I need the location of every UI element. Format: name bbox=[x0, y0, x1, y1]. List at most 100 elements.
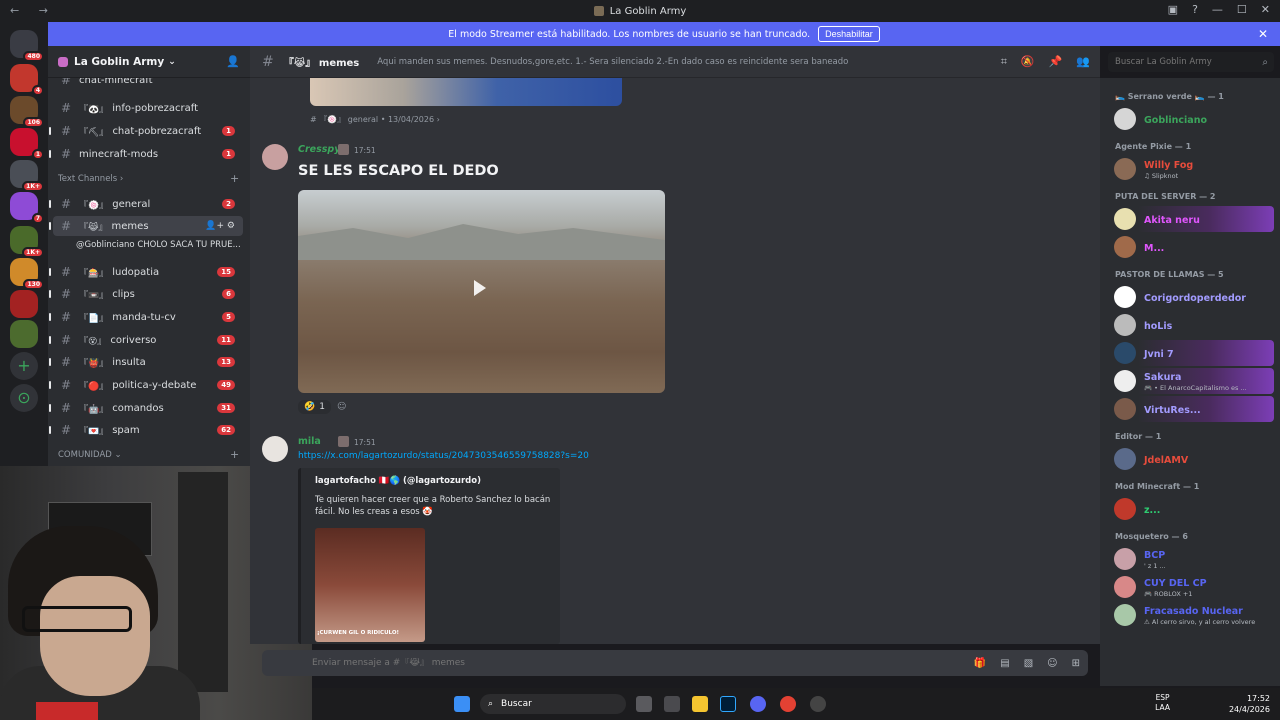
member-item[interactable]: hoLis bbox=[1114, 312, 1274, 338]
add-channel-icon[interactable]: + bbox=[230, 448, 239, 461]
hash-icon: # bbox=[61, 333, 72, 347]
play-icon[interactable] bbox=[474, 280, 486, 296]
server-icon[interactable]: 1K+ bbox=[10, 226, 44, 258]
embed-author[interactable]: lagartofacho 🇵🇪🌎 (@lagartozurdo) bbox=[315, 476, 481, 486]
channel-topic[interactable]: Aqui manden sus memes. Desnudos,gore,etc… bbox=[377, 57, 848, 67]
member-item[interactable]: CUY DEL CP 🎮 ROBLOX +1 bbox=[1114, 574, 1274, 600]
mute-icon[interactable]: 🔕 bbox=[1021, 55, 1035, 69]
unread-indicator bbox=[49, 127, 51, 135]
channel-item[interactable]: # 『📼』 clips 6 bbox=[53, 284, 243, 304]
photoshop-icon[interactable] bbox=[720, 696, 736, 712]
channel-item[interactable]: # 『🔴』 politica-y-debate 49 bbox=[53, 375, 243, 395]
server-icon[interactable] bbox=[10, 320, 38, 348]
channel-settings-icon[interactable]: 👤+ ⚙ bbox=[205, 221, 235, 231]
add-channel-icon[interactable]: + bbox=[230, 172, 239, 185]
member-item[interactable]: JdelAMV bbox=[1114, 446, 1274, 472]
search-input[interactable] bbox=[1115, 57, 1245, 67]
discord-icon[interactable] bbox=[750, 696, 766, 712]
nav-arrows[interactable]: ← → bbox=[10, 4, 56, 17]
embed-video-thumbnail[interactable]: ¡CURWEN GIL O RIDICULO! bbox=[315, 528, 425, 642]
thumbnail-caption: ¡CURWEN GIL O RIDICULO! bbox=[317, 630, 400, 636]
gift-icon[interactable]: 🎁 bbox=[974, 658, 986, 669]
channel-item[interactable]: # 『⛏』 chat-pobrezacraft 1 bbox=[53, 121, 243, 141]
disable-streamer-button[interactable]: Deshabilitar bbox=[818, 26, 880, 42]
member-item[interactable]: BCP ' z 1 ... bbox=[1114, 546, 1274, 572]
server-icon[interactable]: 1K+ bbox=[10, 160, 44, 192]
message-composer[interactable]: 🎁 ▤ ▧ ☺ ⊞ bbox=[262, 650, 1088, 676]
channel-item[interactable]: # chat-minecraft bbox=[53, 78, 243, 90]
server-icon[interactable]: 7 bbox=[10, 192, 44, 224]
search-box[interactable]: ⌕ bbox=[1108, 52, 1274, 72]
server-icon[interactable]: 480 bbox=[10, 30, 44, 62]
member-item[interactable]: z... bbox=[1114, 496, 1274, 522]
sticker-icon[interactable]: ▧ bbox=[1024, 658, 1033, 669]
member-item[interactable]: Goblinciano bbox=[1114, 106, 1274, 132]
member-item[interactable]: Fracasado Nuclear ⚠ Al cerro sirvo, y al … bbox=[1114, 602, 1274, 628]
channel-emoji: 『👹』 bbox=[79, 358, 109, 369]
reaction-laugh[interactable]: 🤣 1 bbox=[298, 400, 331, 414]
invite-icon[interactable]: 👤 bbox=[226, 55, 240, 68]
window-titlebar: ← → La Goblin Army ▣ ? — ☐ ✕ bbox=[0, 0, 1280, 22]
app-icon[interactable] bbox=[664, 696, 680, 712]
channel-item[interactable]: # 『💌』 spam 62 bbox=[53, 420, 243, 440]
member-item[interactable]: Akita neru bbox=[1114, 206, 1274, 232]
channel-item[interactable]: # 『🎰』 ludopatia 15 bbox=[53, 262, 243, 282]
discover-icon[interactable]: ⊙ bbox=[10, 384, 38, 412]
add-server-icon[interactable]: + bbox=[10, 352, 38, 380]
video-attachment[interactable] bbox=[298, 190, 665, 393]
obs-icon[interactable] bbox=[810, 696, 826, 712]
folder-icon[interactable] bbox=[692, 696, 708, 712]
message-author[interactable]: mila bbox=[298, 436, 321, 447]
forwarded-reference[interactable]: # 『🍥』 general • 13/04/2026 › bbox=[310, 114, 440, 125]
thread-item[interactable]: @Goblinciano CHOLO SACA TU PRUE... bbox=[76, 240, 241, 250]
add-reaction-icon[interactable]: ☺ bbox=[337, 402, 346, 412]
message-input[interactable] bbox=[312, 658, 812, 668]
minimize-button[interactable]: — bbox=[1212, 3, 1223, 16]
members-icon[interactable]: 👥 bbox=[1076, 55, 1090, 69]
clock[interactable]: 17:52 24/4/2026 bbox=[1229, 693, 1270, 715]
help-icon[interactable]: ? bbox=[1192, 3, 1198, 16]
member-item[interactable]: Sakura 🎮 • El AnarcoCapitalismo es ... bbox=[1114, 368, 1274, 394]
message-link[interactable]: https://x.com/lagartozurdo/status/204730… bbox=[298, 451, 589, 461]
apps-icon[interactable]: ⊞ bbox=[1072, 658, 1080, 669]
server-header[interactable]: La Goblin Army ⌄ 👤 bbox=[48, 46, 250, 78]
language-indicator[interactable]: ESP LAA bbox=[1155, 693, 1170, 713]
channel-item[interactable]: # 『😹』 memes 👤+ ⚙ bbox=[53, 216, 243, 236]
message-author[interactable]: Cresspy bbox=[298, 144, 340, 155]
category-text-channels[interactable]: Text Channels › + bbox=[58, 172, 239, 185]
server-icon[interactable]: 1 bbox=[10, 128, 44, 160]
channel-item[interactable]: # 『🐼』 info-pobrezacraft bbox=[53, 98, 243, 118]
channel-item[interactable]: # 『👹』 insulta 13 bbox=[53, 352, 243, 372]
channel-name: coriverso bbox=[110, 334, 157, 346]
inbox-icon[interactable]: ▣ bbox=[1168, 3, 1178, 16]
channel-item[interactable]: # 『🤖』 comandos 31 bbox=[53, 398, 243, 418]
close-button[interactable]: ✕ bbox=[1261, 3, 1270, 16]
close-icon[interactable]: ✕ bbox=[1258, 27, 1268, 41]
server-icon[interactable]: 4 bbox=[10, 64, 44, 96]
channel-item[interactable]: # minecraft-mods 1 bbox=[53, 144, 243, 164]
member-item[interactable]: Jvni 7 bbox=[1114, 340, 1274, 366]
channel-item[interactable]: # 『📄』 manda-tu-cv 5 bbox=[53, 307, 243, 327]
category-comunidad[interactable]: COMUNIDAD ⌄ + bbox=[58, 448, 239, 461]
server-icon[interactable] bbox=[10, 290, 38, 318]
avatar[interactable] bbox=[262, 436, 288, 462]
member-item[interactable]: VirtuRes... bbox=[1114, 396, 1274, 422]
taskbar-search[interactable]: ⌕ Buscar bbox=[480, 694, 626, 714]
member-item[interactable]: Corigordoperdedor bbox=[1114, 284, 1274, 310]
gif-icon[interactable]: ▤ bbox=[1000, 658, 1009, 669]
emoji-icon[interactable]: ☺ bbox=[1047, 658, 1057, 669]
maximize-button[interactable]: ☐ bbox=[1237, 3, 1247, 16]
channel-item[interactable]: # 『🍥』 general 2 bbox=[53, 194, 243, 214]
threads-icon[interactable]: ⌗ bbox=[1001, 55, 1007, 69]
pin-icon[interactable]: 📌 bbox=[1049, 55, 1063, 69]
member-item[interactable]: Willy Fog ♫ Slipknot bbox=[1114, 156, 1274, 182]
member-item[interactable]: M... bbox=[1114, 234, 1274, 260]
chrome-icon[interactable] bbox=[780, 696, 796, 712]
start-icon[interactable] bbox=[454, 696, 470, 712]
previous-image-attachment[interactable] bbox=[310, 78, 622, 106]
taskview-icon[interactable] bbox=[636, 696, 652, 712]
channel-item[interactable]: # 『😵』 coriverso 11 bbox=[53, 330, 243, 350]
server-icon[interactable]: 130 bbox=[10, 258, 44, 290]
server-icon[interactable]: 106 bbox=[10, 96, 44, 128]
avatar[interactable] bbox=[262, 144, 288, 170]
